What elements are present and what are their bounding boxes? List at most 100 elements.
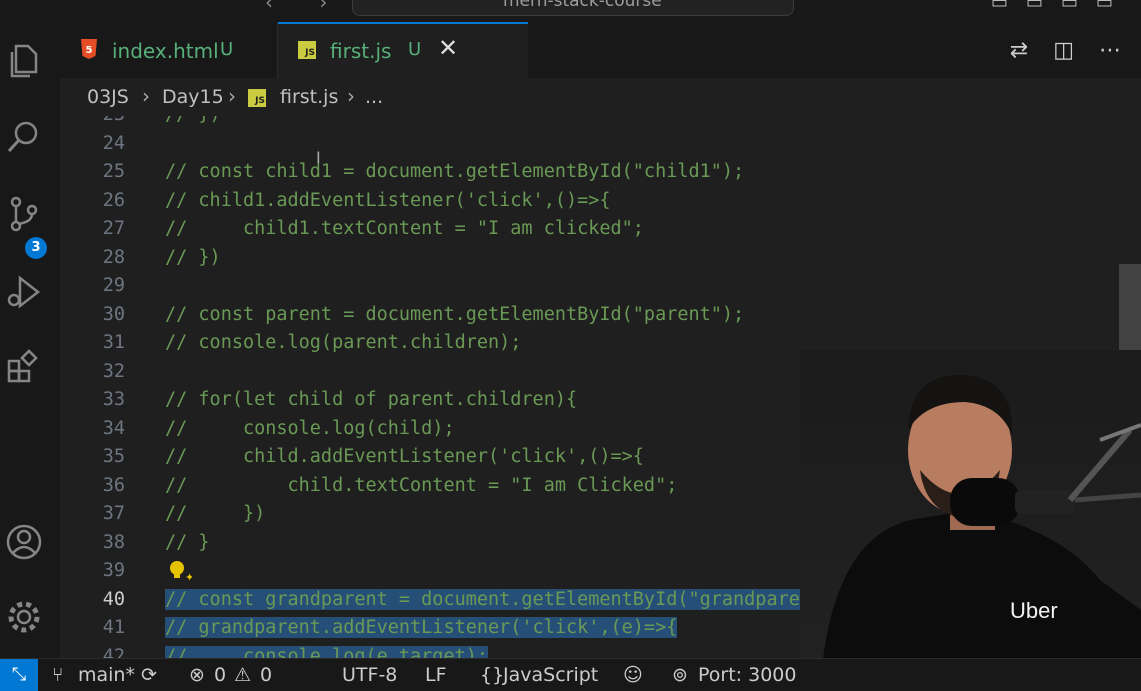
presenter-image <box>820 374 1141 690</box>
status-bar: ⤡ ⑂ main* ⟳ ⊗ 0 ⚠ 0 UTF-8 LF {} JavaScri… <box>0 658 1141 691</box>
tab-index-html[interactable]: 5 index.html U <box>60 22 278 78</box>
js-icon: JS <box>248 89 266 107</box>
svg-text:5: 5 <box>86 45 93 56</box>
warning-icon[interactable]: ⚠ <box>234 664 251 686</box>
tab-label: index.html <box>112 39 219 63</box>
line-number: 24 <box>102 132 125 154</box>
line-number: 31 <box>102 332 125 353</box>
code-text: // child.addEventListener('click',()=>{ <box>165 446 644 467</box>
code-text: // const parent = document.getElementByI… <box>165 303 745 325</box>
line-number: 29 <box>102 275 125 296</box>
remote-icon[interactable]: ⤡ <box>0 659 38 691</box>
source-control-icon[interactable] <box>4 194 44 234</box>
code-line[interactable]: 25 // const child1 = document.getElementB… <box>60 161 1141 190</box>
line-number: 33 <box>102 389 125 410</box>
editor-actions: ⇄ ◫ ⋯ <box>992 38 1121 63</box>
lightbulb-icon[interactable]: ✦ <box>168 559 192 583</box>
more-actions-icon[interactable]: ⋯ <box>1099 38 1121 63</box>
language-icon: {} <box>480 664 505 686</box>
breadcrumb-item[interactable]: first.js <box>280 86 338 108</box>
line-number: 37 <box>102 503 125 524</box>
line-number: 23 <box>60 116 125 125</box>
breadcrumb: 03JS › Day15 › JS first.js › ... <box>60 78 1141 116</box>
compare-changes-icon[interactable]: ⇄ <box>1010 38 1028 63</box>
js-icon: JS <box>298 41 316 59</box>
code-text: // console.log(parent.children); <box>165 332 522 353</box>
code-text: // const grandparent = document.getEleme… <box>165 588 823 610</box>
text-cursor-icon: I <box>316 148 321 167</box>
command-center[interactable]: mern-stack-course <box>352 0 794 16</box>
run-debug-icon[interactable] <box>4 272 44 312</box>
error-icon[interactable]: ⊗ <box>189 664 205 686</box>
line-number: 40 <box>102 588 125 610</box>
html5-icon: 5 <box>81 39 97 59</box>
split-editor-icon[interactable]: ◫ <box>1053 38 1074 63</box>
breadcrumb-item[interactable]: 03JS <box>87 86 129 108</box>
line-number: 42 <box>102 645 125 659</box>
branch-icon: ⑂ <box>52 664 64 686</box>
code-line[interactable]: 30 // const parent = document.getElementB… <box>60 304 1141 333</box>
code-text: // for(let child of parent.children){ <box>165 389 578 410</box>
code-line[interactable]: 26 // child1.addEventListener('click',()=… <box>60 190 1141 219</box>
breadcrumb-item[interactable]: ... <box>365 86 383 108</box>
settings-gear-icon[interactable] <box>4 597 44 637</box>
branch-name[interactable]: main* <box>78 664 135 686</box>
code-text: // console.log(child); <box>165 417 455 439</box>
close-icon[interactable]: ✕ <box>438 34 458 62</box>
end-of-line[interactable]: LF <box>425 664 447 686</box>
tab-first-js[interactable]: JS first.js U ✕ <box>278 22 528 78</box>
code-line[interactable]: 28 // }) <box>60 247 1141 276</box>
shirt-logo: Uber <box>1010 598 1058 623</box>
line-number: 27 <box>102 218 125 239</box>
line-number: 38 <box>102 531 125 553</box>
sync-icon[interactable]: ⟳ <box>141 664 157 686</box>
code-text: // }) <box>165 503 266 524</box>
code-text: // }) <box>165 246 221 268</box>
line-number: 28 <box>102 246 125 268</box>
chevron-right-icon: › <box>228 84 236 108</box>
code-line[interactable]: 27 // child1.textContent = "I am clicked"… <box>60 218 1141 247</box>
code-line[interactable]: 23 // }) <box>60 116 1141 133</box>
error-count: 0 <box>214 664 227 686</box>
broadcast-icon: ⊚ <box>672 664 688 686</box>
code-line[interactable]: 24 <box>60 133 1141 162</box>
source-control-badge: 3 <box>25 237 47 259</box>
line-number: 25 <box>102 161 125 182</box>
tab-status: U <box>408 39 422 60</box>
code-text: // child.textContent = "I am Clicked"; <box>165 474 678 496</box>
language-mode[interactable]: JavaScript <box>503 664 598 686</box>
code-text: // const child1 = document.getElementByI… <box>165 161 745 182</box>
webcam-overlay: Uber <box>800 350 1141 690</box>
activity-bar: 3 <box>0 22 60 658</box>
line-number: 34 <box>102 417 125 439</box>
code-text: // child1.addEventListener('click',()=>{ <box>165 189 611 211</box>
line-number: 35 <box>102 446 125 467</box>
extensions-icon[interactable] <box>4 347 44 387</box>
layout-icons[interactable]: ▭▭▭▭ <box>991 0 1131 13</box>
tab-label: first.js <box>330 39 392 63</box>
svg-text:✦: ✦ <box>185 571 192 583</box>
editor-tabs: 5 index.html U JS first.js U ✕ ⇄ ◫ ⋯ <box>60 22 1141 78</box>
copilot-icon[interactable]: ☺ <box>623 664 643 686</box>
explorer-icon[interactable] <box>4 40 44 80</box>
chevron-right-icon: › <box>347 84 355 108</box>
encoding[interactable]: UTF-8 <box>342 664 397 686</box>
line-number: 26 <box>102 189 125 211</box>
code-text: // console.log(e.target); <box>165 645 489 658</box>
line-number: 30 <box>102 303 125 325</box>
code-text: // grandparent.addEventListener('click',… <box>165 617 678 638</box>
line-number: 39 <box>102 560 125 581</box>
code-text: // child1.textContent = "I am clicked"; <box>165 218 644 239</box>
line-number: 36 <box>102 474 125 496</box>
breadcrumb-item[interactable]: Day15 <box>162 86 224 108</box>
nav-arrows[interactable]: ‹ › <box>265 0 347 14</box>
chevron-right-icon: › <box>142 84 150 108</box>
code-line[interactable]: 29 <box>60 275 1141 304</box>
code-text: // } <box>165 531 210 553</box>
account-icon[interactable] <box>4 522 44 562</box>
tab-status: U <box>220 39 234 60</box>
search-icon[interactable] <box>4 117 44 157</box>
command-center-label: mern-stack-course <box>503 0 662 11</box>
live-server-port[interactable]: Port: 3000 <box>698 664 796 686</box>
line-number: 41 <box>102 617 125 638</box>
